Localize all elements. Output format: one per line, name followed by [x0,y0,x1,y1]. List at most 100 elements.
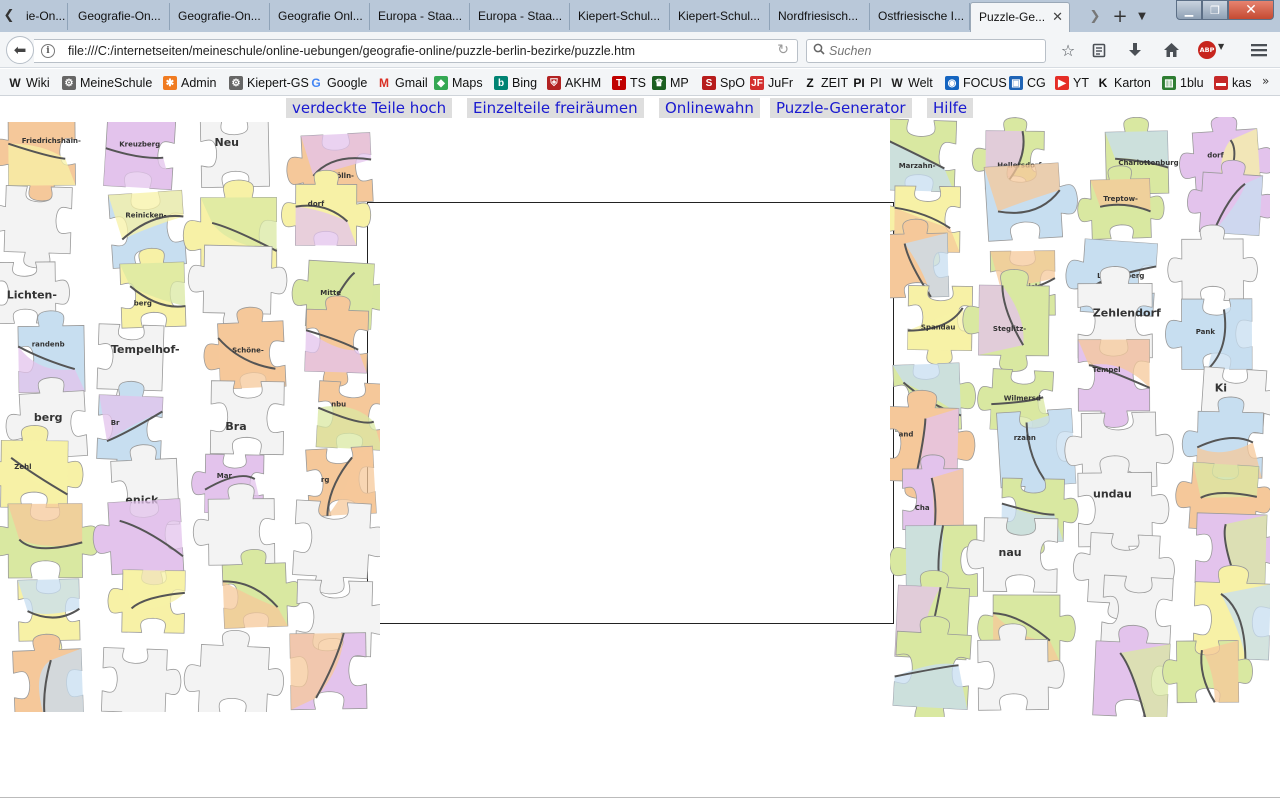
search-input[interactable] [829,42,1039,60]
tab-list-button[interactable]: ▼ [1134,4,1150,28]
window-minimize-button[interactable]: ▁ [1176,0,1202,20]
bookmark-ts[interactable]: T TS [612,75,646,91]
bookmark-maps[interactable]: ◆ Maps [434,75,483,91]
downloads-button[interactable] [1123,38,1147,62]
info-icon[interactable]: i [41,44,55,58]
bookmark-focus[interactable]: ◉ FOCUS [945,75,1007,91]
piece-label: Tempelhof- [111,343,180,356]
window-close-button[interactable]: ✕ [1228,0,1274,20]
bookmark-spo[interactable]: S SpO [702,75,745,91]
chevron-left-icon: ❮ [3,7,15,23]
bookmark-karton[interactable]: K Karton [1096,75,1151,91]
tab-scroll-right-button[interactable]: ❯ [1086,4,1104,28]
bookmark-google[interactable]: G Google [309,75,367,91]
puzzle-piece[interactable] [107,569,186,634]
bookmark-gmail[interactable]: M Gmail [377,75,428,91]
search-bar[interactable] [806,39,1046,63]
onlinewahn-button[interactable]: Onlinewahn [659,98,760,118]
reload-icon[interactable]: ↻ [777,42,789,58]
tab-bar: ❮ ie-On... Geografie-On... Geografie-On.… [0,0,1280,32]
puzzle-piece[interactable]: nbu [315,380,380,451]
puzzle-generator-button[interactable]: Puzzle-Generator [770,98,912,118]
puzzle-piece[interactable]: Spandau [907,285,974,366]
bookmark-jufr[interactable]: JF JuFr [750,75,793,91]
play-icon: ▶ [1055,76,1069,90]
bookmark-kas[interactable]: ▬ kas [1214,75,1251,91]
tab-4[interactable]: Geografie Onl... [270,3,370,30]
bookmark-label: Gmail [395,76,428,90]
tab-active[interactable]: Puzzle-Ge... ✕ [970,2,1070,32]
puzzle-piece[interactable] [289,632,368,711]
tab-5[interactable]: Europa - Staa... [370,3,470,30]
piece-label: Treptow- [1103,195,1138,203]
bookmark-zeit[interactable]: Z ZEIT [803,75,848,91]
tab-9[interactable]: Nordfriesisch... [770,3,870,30]
puzzle-piece-shape [199,122,270,189]
new-tab-button[interactable]: + [1110,4,1130,28]
jf-icon: JF [750,76,764,90]
piece-label: Zehlendorf [1093,306,1161,319]
bookmark-star-button[interactable]: ☆ [1056,38,1080,62]
puzzle-piece[interactable]: Marzahn- [890,118,958,193]
puzzle-pieces-left[interactable]: Friedrichshain-KreuzbergNeuNeukölln-Rein… [0,122,380,712]
bookmark-welt[interactable]: W Welt [890,75,932,91]
tab-8[interactable]: Kiepert-Schul... [670,3,770,30]
tab-7[interactable]: Kiepert-Schul... [570,3,670,30]
help-button[interactable]: Hilfe [927,98,974,118]
bookmark-admin[interactable]: ✱ Admin [163,75,216,91]
tab-2[interactable]: Geografie-On... [70,3,170,30]
bookmark-cg[interactable]: ▣ CG [1009,75,1046,91]
raise-hidden-pieces-button[interactable]: verdeckte Teile hoch [286,98,453,118]
url-bar[interactable]: i file:///C:/internetseiten/meineschule/… [34,39,798,63]
tab-10[interactable]: Ostfriesische I... [870,3,970,30]
bookmark-kiepert-gs[interactable]: ⚙ Kiepert-GS [229,75,309,91]
back-button[interactable]: ⬅ [6,36,34,64]
puzzle-piece[interactable]: Bra [209,380,285,456]
close-tab-icon[interactable]: ✕ [1052,3,1063,31]
adblock-icon[interactable]: ABP [1198,41,1216,59]
bookmark-meineschule[interactable]: ⚙ MeineSchule [62,75,152,91]
menu-button[interactable] [1247,38,1271,62]
tab-6[interactable]: Europa - Staa... [470,3,570,30]
puzzle-piece[interactable] [12,633,85,712]
bookmark-mp[interactable]: ♛ MP [652,75,689,91]
tab-1[interactable]: ie-On... [18,3,68,30]
piece-label: nau [999,546,1022,559]
bookmark-1blu[interactable]: ▥ 1blu [1162,75,1204,91]
tab-label: Geografie-On... [78,9,161,23]
bookmark-wiki[interactable]: W Wiki [8,75,49,91]
bookmark-pi[interactable]: PI PI [852,75,881,91]
tab-3[interactable]: Geografie-On... [170,3,270,30]
chevron-down-icon: ▼ [1138,10,1146,22]
chevron-down-icon[interactable]: ▼ [1218,42,1224,51]
puzzle-piece[interactable]: Pank [1165,298,1253,371]
bookmark-label: 1blu [1180,76,1204,90]
puzzle-piece[interactable] [1167,224,1258,302]
puzzle-piece-shape [183,629,285,712]
bookmark-yt[interactable]: ▶ YT [1055,75,1089,91]
puzzle-piece[interactable]: Schöne- [202,306,287,390]
maps-icon: ◆ [434,76,448,90]
puzzle-pieces-right[interactable]: Marzahn-HellersdorfCharlottenburg-dorfTr… [890,117,1270,717]
bookmark-label: FOCUS [963,76,1007,90]
more-bookmarks-icon[interactable]: » [1262,74,1269,88]
tab-label: Geografie-On... [178,9,261,23]
puzzle-board[interactable] [367,202,894,624]
tab-scroll-left-button[interactable]: ❮ [0,2,18,28]
puzzle-piece[interactable]: Kreuzberg [103,122,177,191]
puzzle-piece[interactable] [100,647,182,712]
bookmark-bing[interactable]: b Bing [494,75,537,91]
puzzle-piece[interactable] [183,628,286,712]
url-text[interactable]: file:///C:/internetseiten/meineschule/on… [68,44,635,58]
window-maximize-button[interactable]: ❐ [1202,0,1228,20]
joomla-icon: ✱ [163,76,177,90]
bookmark-akhm[interactable]: ⛨ AKHM [547,75,601,91]
district-area [892,663,968,710]
home-button[interactable] [1159,38,1183,62]
bookmarks-list-button[interactable] [1087,38,1111,62]
spread-pieces-button[interactable]: Einzelteile freiräumen [467,98,644,118]
puzzle-piece[interactable] [983,162,1080,242]
puzzle-piece[interactable]: Neu [199,122,270,189]
puzzle-piece[interactable] [0,503,100,579]
pi-icon: PI [853,76,865,90]
